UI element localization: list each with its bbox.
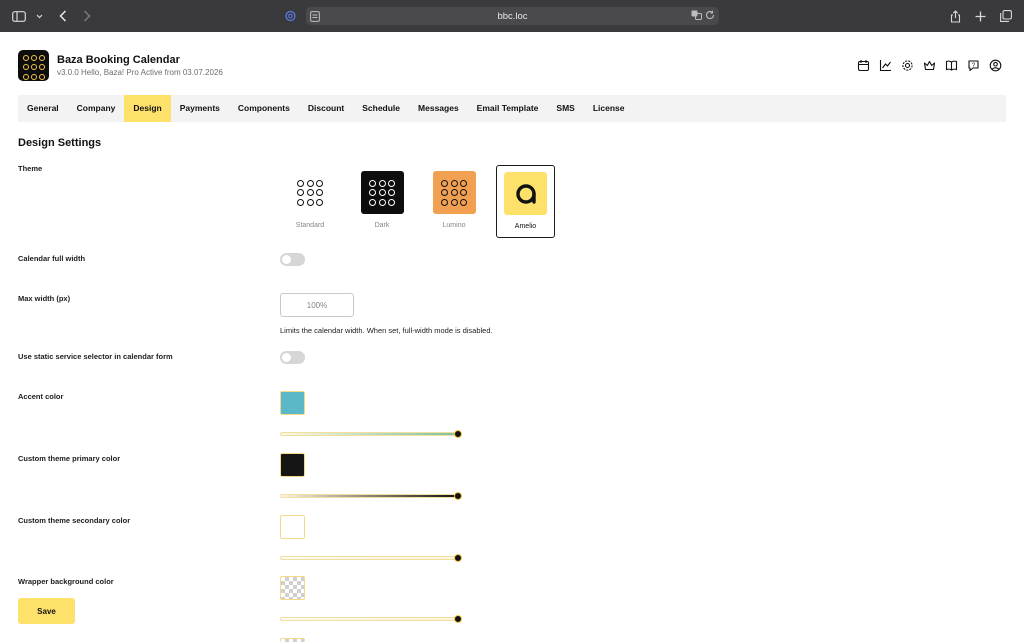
theme-name: Dark <box>374 222 390 229</box>
theme-name: Amelio <box>514 223 537 230</box>
new-tab-icon[interactable] <box>975 11 986 22</box>
crown-icon[interactable] <box>923 59 936 72</box>
wrapper-opacity-slider[interactable] <box>280 615 462 623</box>
theme-lumino-icon <box>432 171 476 214</box>
theme-standard-icon <box>288 171 332 214</box>
translate-icon[interactable] <box>691 10 702 20</box>
primary-slider-handle[interactable] <box>454 492 462 500</box>
tab-license[interactable]: License <box>584 95 634 122</box>
wrapper-color-swatch[interactable] <box>280 576 305 600</box>
tab-discount[interactable]: Discount <box>299 95 353 122</box>
help-icon[interactable]: ? <box>967 59 980 72</box>
url-text: bbc.loc <box>497 10 528 22</box>
sidebar-toggle-icon[interactable] <box>12 10 26 22</box>
theme-option-lumino[interactable]: Lumino <box>424 165 484 238</box>
wrapper-color-label: Wrapper background color <box>18 577 114 586</box>
max-width-placeholder: 100% <box>306 300 328 310</box>
app-title: Baza Booking Calendar <box>57 54 180 66</box>
page-menu-icon[interactable] <box>310 10 320 25</box>
secondary-color-swatch[interactable] <box>280 515 305 539</box>
settings-tab-bar: General Company Design Payments Components Di… <box>18 95 1006 122</box>
theme-option-amelio[interactable]: Amelio <box>496 165 555 238</box>
accent-color-swatch[interactable] <box>280 391 305 415</box>
wrapper-slider-handle[interactable] <box>454 615 462 623</box>
address-bar[interactable]: bbc.loc <box>306 7 719 25</box>
tab-sms[interactable]: SMS <box>547 95 583 122</box>
forward-icon[interactable] <box>83 10 91 22</box>
tab-payments[interactable]: Payments <box>171 95 229 122</box>
tab-schedule[interactable]: Schedule <box>353 95 409 122</box>
accent-slider-handle[interactable] <box>454 430 462 438</box>
secondary-slider-handle[interactable] <box>454 554 462 562</box>
privacy-shield-icon[interactable] <box>285 10 296 25</box>
save-button[interactable]: Save <box>18 598 75 624</box>
max-width-hint: Limits the calendar width. When set, ful… <box>280 326 493 335</box>
secondary-color-label: Custom theme secondary color <box>18 516 131 525</box>
next-color-swatch[interactable] <box>280 638 305 642</box>
primary-opacity-slider[interactable] <box>280 492 462 500</box>
section-title: Design Settings <box>18 137 102 149</box>
theme-option-standard[interactable]: Standard <box>280 165 340 238</box>
theme-label: Theme <box>18 164 43 173</box>
theme-picker: Standard Dark Lumino Amelio <box>280 165 555 238</box>
primary-color-label: Custom theme primary color <box>18 454 121 463</box>
chart-icon[interactable] <box>879 59 892 72</box>
theme-amelio-icon <box>504 172 547 215</box>
accent-opacity-slider[interactable] <box>280 430 462 438</box>
theme-dark-icon <box>360 171 404 214</box>
tab-overview-icon[interactable] <box>1000 10 1012 22</box>
back-icon[interactable] <box>59 10 67 22</box>
secondary-opacity-slider[interactable] <box>280 554 462 562</box>
user-account-icon[interactable] <box>989 59 1002 72</box>
full-width-label: Calendar full width <box>18 254 86 263</box>
static-selector-toggle[interactable] <box>280 351 305 364</box>
tab-components[interactable]: Components <box>229 95 299 122</box>
gear-icon[interactable] <box>901 59 914 72</box>
full-width-toggle[interactable] <box>280 253 305 266</box>
max-width-input[interactable]: 100% <box>280 293 354 317</box>
app-logo <box>18 50 49 81</box>
accent-color-label: Accent color <box>18 392 64 401</box>
static-selector-label: Use static service selector in calendar … <box>18 352 173 361</box>
share-icon[interactable] <box>950 9 961 23</box>
tab-general[interactable]: General <box>18 95 68 122</box>
chevron-down-icon[interactable] <box>36 14 43 19</box>
book-icon[interactable] <box>945 59 958 72</box>
tab-design[interactable]: Design <box>124 95 171 122</box>
app-subtitle: v3.0.0 Hello, Baza! Pro Active from 03.0… <box>57 68 223 77</box>
theme-option-dark[interactable]: Dark <box>352 165 412 238</box>
tab-email-template[interactable]: Email Template <box>468 95 548 122</box>
theme-name: Lumino <box>442 222 466 229</box>
primary-color-swatch[interactable] <box>280 453 305 477</box>
max-width-label: Max width (px) <box>18 294 71 303</box>
theme-name: Standard <box>295 222 325 229</box>
reload-icon[interactable] <box>705 10 715 20</box>
tab-messages[interactable]: Messages <box>409 95 468 122</box>
calendar-icon[interactable] <box>857 59 870 72</box>
tab-company[interactable]: Company <box>68 95 125 122</box>
browser-toolbar: bbc.loc <box>0 0 1024 32</box>
app-header: Baza Booking Calendar v3.0.0 Hello, Baza… <box>18 50 1006 82</box>
